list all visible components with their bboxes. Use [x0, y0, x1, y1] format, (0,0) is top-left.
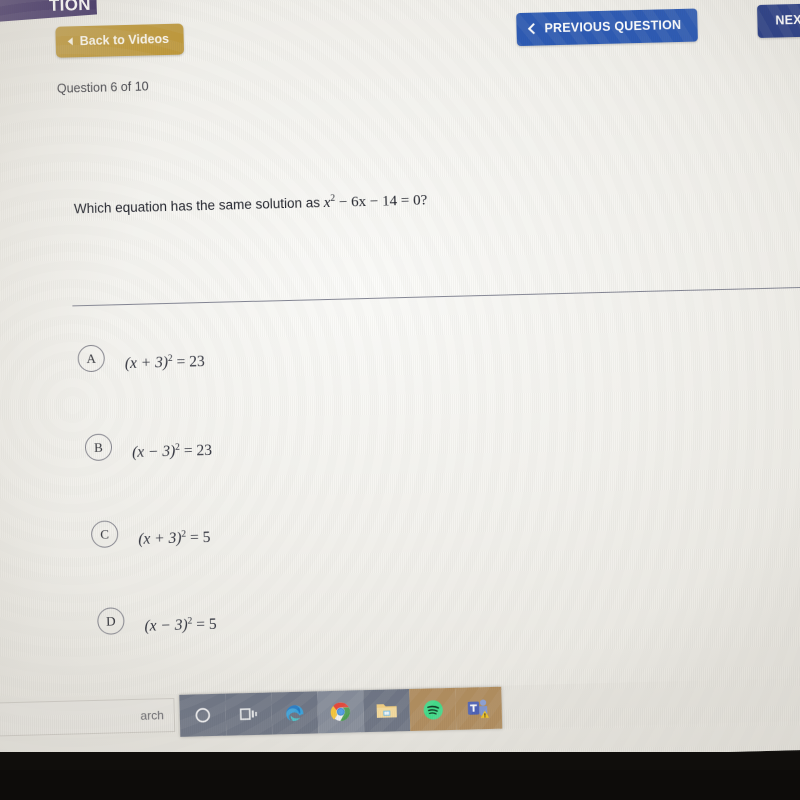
microsoft-teams-icon	[465, 697, 492, 720]
choice-c-lhs: (x + 3)	[138, 530, 182, 549]
choice-c-rhs: = 5	[186, 529, 211, 548]
microsoft-edge-icon	[282, 701, 307, 726]
choice-a-lhs: (x + 3)	[124, 354, 169, 373]
choice-b-lhs: (x − 3)	[131, 443, 176, 462]
answer-choice-c[interactable]: C (x + 3)2 = 5	[90, 518, 211, 549]
answer-choice-a[interactable]: A (x + 3)2 = 23	[77, 342, 205, 374]
taskbar-item-spotify[interactable]	[409, 687, 457, 732]
back-to-videos-button[interactable]: Back to Videos	[55, 23, 185, 58]
quiz-page	[0, 0, 800, 772]
choice-a-rhs: = 23	[172, 353, 206, 372]
choice-bubble-b[interactable]: B	[84, 433, 113, 462]
choice-d-lhs: (x − 3)	[144, 617, 188, 636]
next-question-button[interactable]: NEXT	[757, 3, 800, 38]
choice-text-d: (x − 3)2 = 5	[144, 616, 217, 636]
desk-surface-lower	[0, 770, 800, 800]
taskbar-item-file-explorer[interactable]	[363, 689, 411, 733]
taskbar-item-google-chrome[interactable]	[317, 690, 365, 734]
google-chrome-icon	[328, 699, 353, 724]
top-banner-text: TION	[48, 0, 92, 15]
taskbar-search-placeholder: arch	[140, 708, 164, 723]
answer-choice-d[interactable]: D (x − 3)2 = 5	[97, 605, 217, 635]
taskbar-icon-tray	[179, 686, 503, 737]
taskbar-item-task-view[interactable]	[225, 692, 273, 736]
choice-bubble-a[interactable]: A	[77, 344, 106, 373]
question-counter: Question 6 of 10	[56, 79, 149, 96]
previous-question-label: PREVIOUS QUESTION	[544, 17, 682, 36]
choice-text-c: (x + 3)2 = 5	[138, 529, 211, 549]
taskbar-item-cortana[interactable]	[179, 693, 227, 737]
choice-text-a: (x + 3)2 = 23	[125, 354, 205, 374]
previous-question-button[interactable]: PREVIOUS QUESTION	[516, 8, 698, 47]
taskbar-item-microsoft-teams[interactable]	[455, 686, 503, 730]
taskbar-item-microsoft-edge[interactable]	[271, 691, 319, 735]
choice-bubble-c[interactable]: C	[90, 520, 119, 549]
screenshot-root: TION Back to Videos PREVIOUS QUESTION NE…	[0, 0, 800, 800]
chevron-left-icon	[527, 23, 540, 35]
monitor-screen: TION Back to Videos PREVIOUS QUESTION NE…	[0, 0, 800, 772]
choice-text-b: (x − 3)2 = 23	[132, 442, 212, 462]
question-equation: x2 − 6x − 14 = 0?	[324, 192, 428, 211]
triangle-left-icon	[67, 37, 73, 46]
spotify-icon	[421, 698, 445, 722]
answer-choice-b[interactable]: B (x − 3)2 = 23	[84, 431, 212, 462]
back-to-videos-label: Back to Videos	[79, 31, 170, 49]
task-view-icon	[239, 705, 259, 724]
next-question-label: NEXT	[775, 12, 800, 28]
taskbar-search-input[interactable]: arch	[0, 697, 176, 738]
choice-bubble-d[interactable]: D	[97, 607, 125, 635]
cortana-icon	[194, 706, 212, 724]
choice-d-rhs: = 5	[192, 616, 217, 635]
choice-b-rhs: = 23	[179, 442, 213, 461]
equation-remainder: − 6x − 14 = 0?	[334, 192, 428, 211]
file-explorer-icon	[374, 699, 399, 722]
